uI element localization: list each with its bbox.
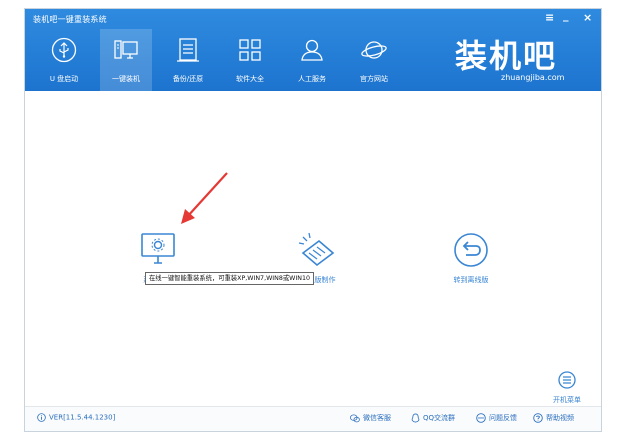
nav-item-one-click-install[interactable]: 一键装机 [100,29,152,91]
footer-link-label: 帮助视频 [546,414,574,422]
backup-icon [177,38,199,62]
footer-link-qq[interactable]: QQ交流群 [411,413,455,423]
footer-link-help-video[interactable]: 帮助视频 [533,413,574,423]
nav-item-usb-boot[interactable]: U 盘启动 [38,29,90,91]
brand-logo: 装机吧 zhuangjiba.com [455,31,595,87]
app-window: 装机吧一键重装系统 ≡ _ × U 盘启动 一键装机 备份/还原 软件大全 人工… [24,8,602,432]
back-arrow-icon [454,233,488,267]
nav-label: 官方网站 [360,75,388,83]
logo-url: zhuangjiba.com [501,73,565,82]
planet-icon [361,41,387,59]
nav-item-backup-restore[interactable]: 备份/还原 [162,29,214,91]
qq-icon [411,413,420,423]
version-info: VER[11.5.44.1230] [37,413,115,422]
info-icon [37,413,46,422]
nav-label: 一键装机 [112,75,140,83]
nav-label: 软件大全 [236,75,264,83]
grid-icon [239,39,261,61]
minimize-button[interactable]: _ [563,9,569,23]
monitor-icon [114,40,138,59]
status-bar: VER[11.5.44.1230] 微信客服 QQ交流群 问题反馈 帮助视频 [25,406,601,431]
menu-circle-icon [558,371,576,389]
version-text: VER[11.5.44.1230] [49,413,116,422]
monitor-gear-icon [141,233,175,264]
boot-menu-label: 开机菜单 [553,396,581,404]
close-button[interactable]: × [583,11,592,25]
package-icon [298,232,335,267]
main-content: 系统重装 离线版制作 转到离线版 在线一键智能重装系统，可重装XP,WIN7,W… [25,91,601,409]
menu-icon[interactable]: ≡ [545,11,554,25]
tooltip: 在线一键智能重装系统，可重装XP,WIN7,WIN8或WIN10 [145,272,314,285]
header-bar: 装机吧一键重装系统 ≡ _ × U 盘启动 一键装机 备份/还原 软件大全 人工… [25,9,601,91]
nav-label: 人工服务 [298,75,326,83]
footer-link-wechat[interactable]: 微信客服 [350,413,391,423]
feature-label: 转到离线版 [453,276,489,284]
boot-menu-button[interactable]: 开机菜单 [547,371,587,405]
person-icon [301,39,323,61]
footer-link-label: 问题反馈 [489,414,517,422]
nav-item-official-site[interactable]: 官方网站 [348,29,400,91]
help-icon [533,413,543,423]
nav-item-software[interactable]: 软件大全 [224,29,276,91]
main-nav: U 盘启动 一键装机 备份/还原 软件大全 人工服务 官方网站 [25,29,405,91]
logo-text: 装机吧 [455,37,558,75]
nav-label: 备份/还原 [172,75,204,83]
nav-label: U 盘启动 [49,75,79,83]
feedback-icon [476,413,486,423]
window-title: 装机吧一键重装系统 [33,15,107,24]
footer-link-feedback[interactable]: 问题反馈 [476,413,517,423]
wechat-icon [350,414,360,422]
footer-link-label: QQ交流群 [423,414,456,422]
nav-item-manual-service[interactable]: 人工服务 [286,29,338,91]
footer-link-label: 微信客服 [363,414,391,422]
annotation-arrow-icon [181,172,228,224]
usb-icon [51,37,77,63]
